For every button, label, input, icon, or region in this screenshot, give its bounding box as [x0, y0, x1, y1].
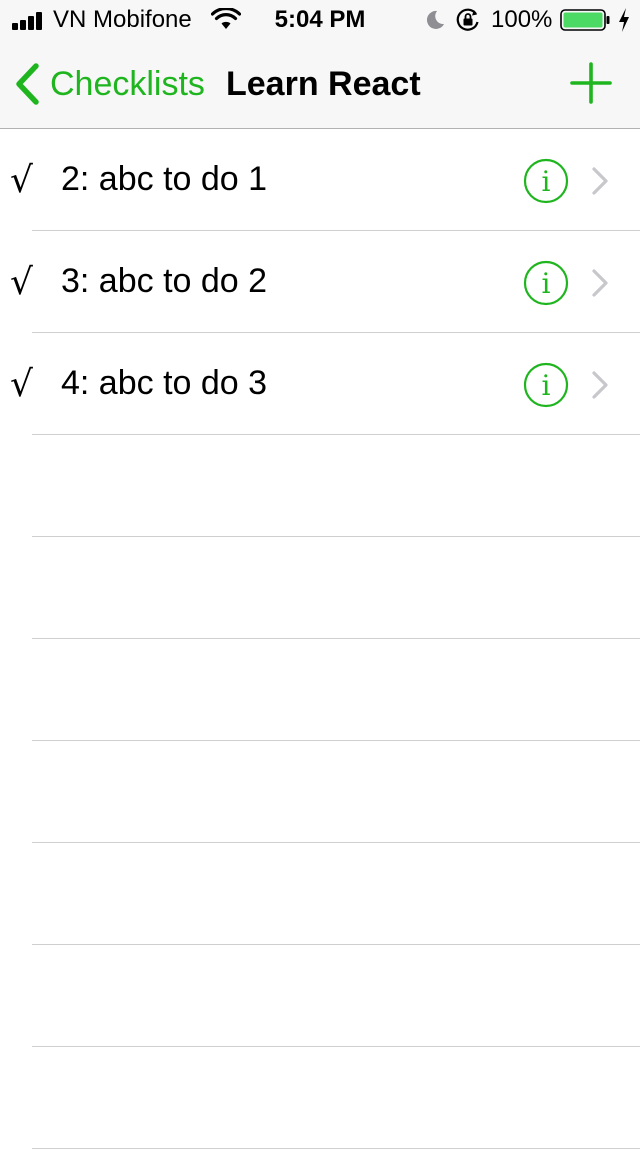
- back-button[interactable]: Checklists: [12, 60, 205, 108]
- empty-row: [0, 1047, 640, 1149]
- info-icon[interactable]: i: [523, 260, 569, 306]
- status-bar: VN Mobifone 5:04 PM 100%: [0, 0, 640, 40]
- back-button-label: Checklists: [50, 65, 205, 103]
- battery-percent: 100%: [491, 6, 553, 33]
- battery-icon: [560, 9, 610, 31]
- checklist-items-list: √ 2: abc to do 1 i √ 3: abc to do 2 i √ …: [0, 129, 640, 1149]
- empty-row: [0, 945, 640, 1047]
- chevron-right-icon: [592, 371, 608, 399]
- chevron-left-icon: [16, 63, 39, 105]
- empty-row: [0, 537, 640, 639]
- info-icon[interactable]: i: [523, 362, 569, 408]
- info-icon[interactable]: i: [523, 158, 569, 204]
- plus-icon[interactable]: [568, 60, 614, 106]
- checkmark: √: [10, 160, 33, 201]
- checkmark: √: [10, 262, 33, 303]
- chevron-right-icon: [592, 269, 608, 297]
- svg-text:i: i: [542, 165, 551, 198]
- svg-text:i: i: [542, 267, 551, 300]
- list-item[interactable]: √ 2: abc to do 1 i: [0, 129, 640, 231]
- checkmark: √: [10, 364, 33, 405]
- list-item[interactable]: √ 3: abc to do 2 i: [0, 231, 640, 333]
- navigation-bar: Checklists Learn React: [0, 40, 640, 129]
- item-label: 2: abc to do 1: [61, 160, 268, 198]
- item-label: 4: abc to do 3: [61, 364, 268, 402]
- rotation-lock-icon: [456, 8, 479, 31]
- list-item[interactable]: √ 4: abc to do 3 i: [0, 333, 640, 435]
- empty-row: [0, 843, 640, 945]
- empty-row: [0, 741, 640, 843]
- empty-row: [0, 435, 640, 537]
- item-label: 3: abc to do 2: [61, 262, 268, 300]
- moon-icon: [426, 10, 444, 29]
- svg-text:i: i: [542, 369, 551, 402]
- charging-icon: [619, 8, 629, 32]
- chevron-right-icon: [592, 167, 608, 195]
- page-title: Learn React: [226, 65, 421, 103]
- empty-row: [0, 639, 640, 741]
